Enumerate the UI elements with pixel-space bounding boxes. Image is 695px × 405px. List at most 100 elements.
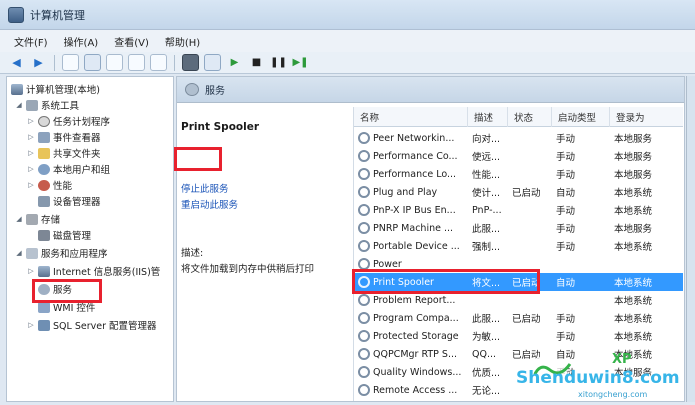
cell-name-text: QQPCMgr RTP S... [373,348,458,360]
device-manager-icon [38,195,50,207]
service-row[interactable]: PnP-X IP Bus En... PnP-... 手动 本地系统 [354,201,683,219]
tree-iis[interactable]: ▷ Internet 信息服务(IIS)管 [27,263,160,279]
tree-services-apps[interactable]: ◢ 服务和应用程序 [15,245,108,261]
cell-logon-as: 本地服务 [614,219,683,237]
service-gear-icon [358,330,370,342]
expand-triangle-icon[interactable]: ▷ [27,117,35,125]
cell-startup-type: 手动 [556,129,610,147]
cell-startup-type-text: 手动 [556,206,576,217]
tree-sql-server[interactable]: ▷ SQL Server 配置管理器 [27,317,157,333]
show-hide-tree-icon[interactable] [84,54,101,71]
service-gear-icon [358,222,370,234]
cell-logon-as: 本地系统 [614,327,683,345]
cell-startup-type: 手动 [556,327,610,345]
tree-storage[interactable]: ◢ 存储 [15,211,60,227]
back-icon[interactable]: ◀ [8,54,25,71]
service-gear-icon [358,240,370,252]
cell-startup-type: 手动 [556,309,610,327]
up-folder-icon[interactable] [62,54,79,71]
expand-triangle-icon[interactable]: ▷ [27,321,35,329]
start-service-icon[interactable]: ▶ [226,54,243,71]
collapse-triangle-icon[interactable]: ◢ [15,249,23,257]
selected-service-name: Print Spooler [181,121,260,133]
cell-startup-type: 手动 [556,219,610,237]
column-name[interactable]: 名称 [354,107,468,127]
cell-logon-as [614,255,683,273]
collapse-triangle-icon[interactable]: ◢ [15,215,23,223]
help-icon[interactable] [182,54,199,71]
service-row[interactable]: Program Compa... 此服... 已启动 手动 本地系统 [354,309,683,327]
service-row[interactable]: Plug and Play 使计... 已启动 自动 本地系统 [354,183,683,201]
expand-triangle-icon[interactable]: ▷ [27,149,35,157]
column-description[interactable]: 描述 [468,107,508,127]
view-icon[interactable] [204,54,221,71]
service-row[interactable]: Performance Lo... 性能... 手动 本地服务 [354,165,683,183]
refresh-icon[interactable] [128,54,145,71]
cell-name-text: Portable Device ... [373,240,460,252]
export-list-icon[interactable] [150,54,167,71]
service-row[interactable]: PNRP Machine ... 此服... 手动 本地服务 [354,219,683,237]
cell-description: 使计... [472,183,508,201]
wmi-icon [38,301,50,313]
service-row[interactable]: Performance Co... 使远... 手动 本地服务 [354,147,683,165]
cell-startup-type-text: 手动 [556,134,576,145]
tree-task-scheduler[interactable]: ▷ 任务计划程序 [27,113,110,129]
tree-event-viewer[interactable]: ▷ 事件查看器 [27,129,101,145]
service-row[interactable]: Protected Storage 为敏... 手动 本地系统 [354,327,683,345]
cell-logon-as-text: 本地系统 [614,332,653,343]
menu-view[interactable]: 查看(V) [114,34,149,49]
column-logon-as[interactable]: 登录为 [610,107,683,127]
cell-startup-type-text: 手动 [556,170,576,181]
computer-management-icon [8,6,24,23]
cell-name-text: Power [373,258,402,270]
pause-service-icon[interactable]: ❚❚ [270,54,287,71]
service-gear-icon [358,150,370,162]
tree-system-tools[interactable]: ◢ 系统工具 [15,97,79,113]
title-bar: 计算机管理 [0,0,695,30]
cell-logon-as: 本地系统 [614,273,683,291]
cell-startup-type-text: 手动 [556,314,576,325]
menu-action[interactable]: 操作(A) [64,34,99,49]
folder-icon [38,147,50,159]
cell-status: 已启动 [512,309,552,327]
cell-name: Portable Device ... [358,237,468,255]
column-status[interactable]: 状态 [508,107,552,127]
tree-device-manager[interactable]: 设备管理器 [38,193,101,209]
cell-name: Remote Access ... [358,381,468,399]
expand-triangle-icon[interactable]: ▷ [27,165,35,173]
restart-service-icon[interactable]: ▶❚ [292,54,309,71]
restart-service-link[interactable]: 重启动此服务 [181,197,238,211]
stop-service-icon[interactable]: ■ [248,54,265,71]
cell-status-text: 已启动 [512,188,541,199]
expand-triangle-icon[interactable]: ▷ [27,267,35,275]
cell-logon-as: 本地系统 [614,201,683,219]
event-log-icon [38,131,50,143]
menu-bar: 文件(F) 操作(A) 查看(V) 帮助(H) [0,30,695,52]
cell-status [512,327,552,345]
tree-disk-management[interactable]: 磁盘管理 [38,227,91,243]
service-row[interactable]: QQPCMgr RTP S... QQ... 已启动 自动 本地系统 [354,345,683,363]
collapse-triangle-icon[interactable]: ◢ [15,101,23,109]
service-row[interactable]: Portable Device ... 强制... 手动 本地系统 [354,237,683,255]
cell-description-text: 使计... [472,188,501,199]
properties-icon[interactable] [106,54,123,71]
stop-service-link[interactable]: 停止此服务 [181,181,229,195]
tree-root[interactable]: 计算机管理(本地) [11,81,100,97]
tree-shared-folders[interactable]: ▷ 共享文件夹 [27,145,101,161]
forward-icon[interactable]: ▶ [30,54,47,71]
expand-triangle-icon[interactable]: ▷ [27,133,35,141]
expand-triangle-icon[interactable]: ▷ [27,181,35,189]
cell-logon-as: 本地服务 [614,147,683,165]
services-gear-icon [185,83,199,96]
cell-status-text: 已启动 [512,314,541,325]
menu-file[interactable]: 文件(F) [14,34,48,49]
tree-performance[interactable]: ▷ 性能 [27,177,72,193]
cell-description-text: QQ... [472,348,497,360]
disk-icon [38,229,50,241]
menu-help[interactable]: 帮助(H) [165,34,200,49]
cell-description: 向对... [472,129,508,147]
column-startup-type[interactable]: 启动类型 [552,107,610,127]
service-row[interactable]: Peer Networkin... 向对... 手动 本地服务 [354,129,683,147]
tree-local-users[interactable]: ▷ 本地用户和组 [27,161,110,177]
highlight-stop-link [174,147,222,171]
